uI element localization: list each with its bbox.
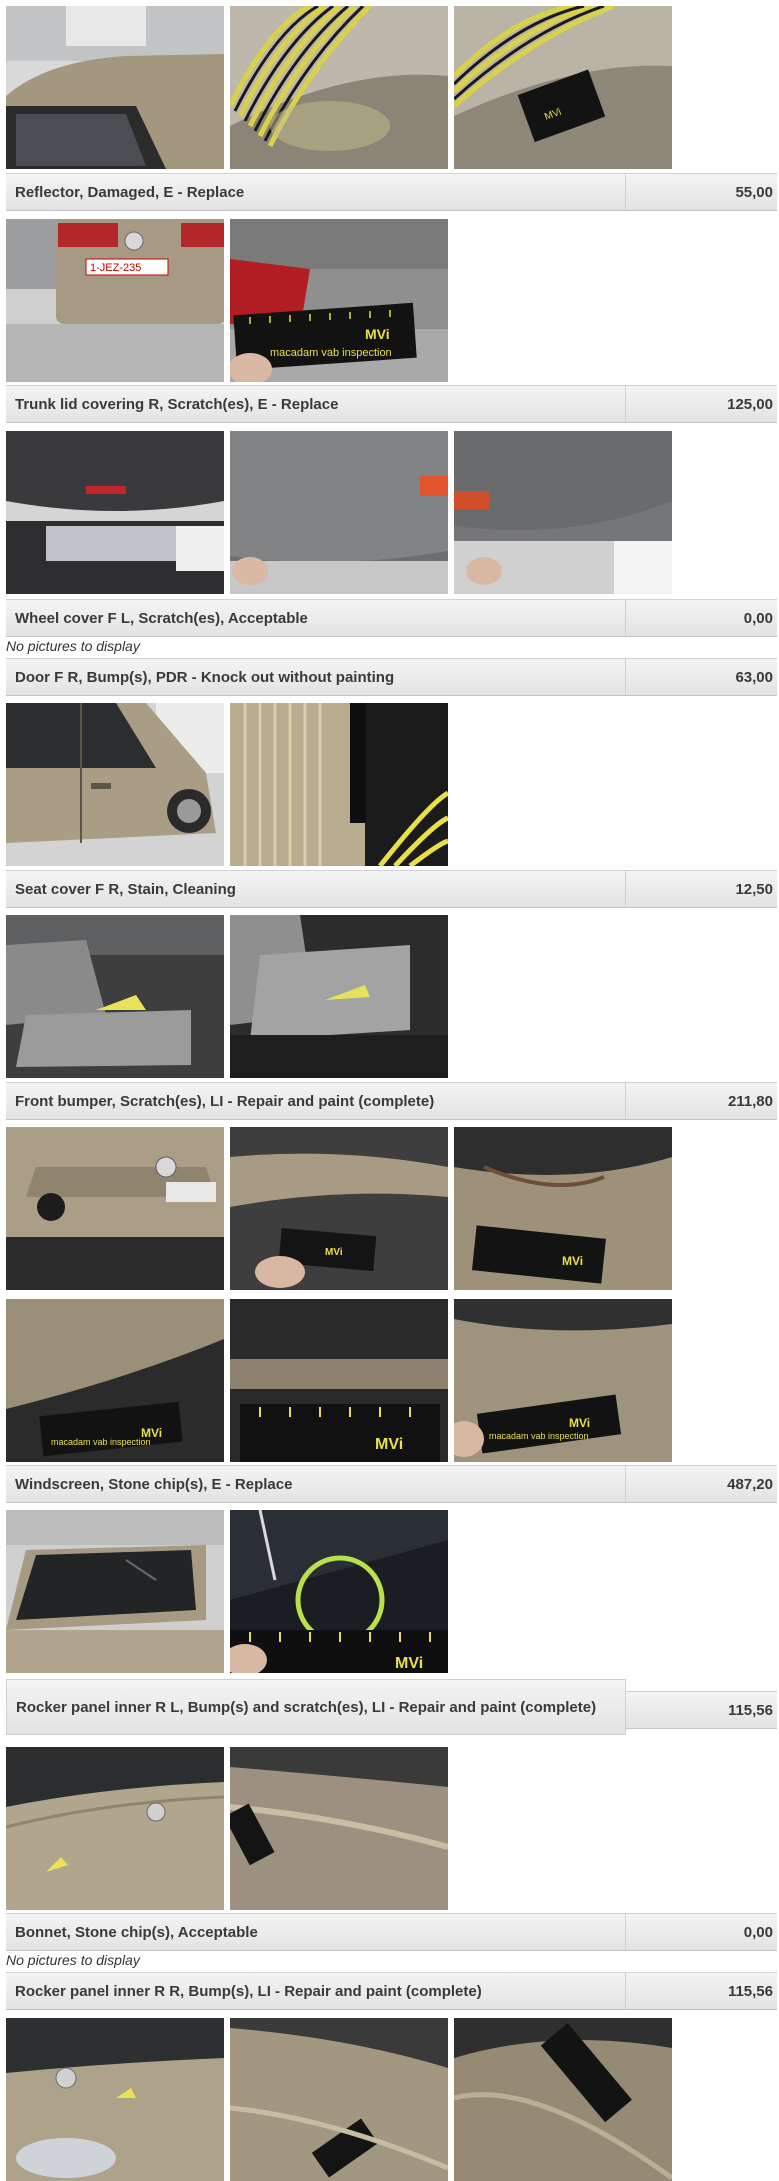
photo-bumper-ruler-2[interactable]: MVi (454, 1127, 672, 1290)
photo-seat-full[interactable] (6, 915, 224, 1078)
photo-windscreen-chip[interactable]: MVi (230, 1510, 448, 1673)
damage-label: Trunk lid covering R, Scratch(es), E - R… (6, 386, 626, 422)
damage-label: Rocker panel inner R R, Bump(s), LI - Re… (6, 1973, 626, 2009)
damage-amount: 55,00 (735, 183, 773, 201)
damage-row-rocker-inner-rr: Rocker panel inner R R, Bump(s), LI - Re… (6, 1972, 777, 2010)
no-pictures-text: No pictures to display (6, 638, 140, 654)
damage-label: Rocker panel inner R L, Bump(s) and scra… (6, 1679, 626, 1735)
photo-trunk-lid-detail[interactable] (454, 431, 672, 594)
svg-text:macadam vab inspection: macadam vab inspection (489, 1431, 589, 1441)
svg-text:MVi: MVi (325, 1247, 343, 1258)
damage-amount: 115,56 (727, 1982, 773, 2000)
damage-amount: 0,00 (743, 1923, 773, 1941)
damage-label: Seat cover F R, Stain, Cleaning (6, 871, 626, 907)
svg-text:macadam vab inspection: macadam vab inspection (270, 347, 392, 359)
photo-door-pdr-lines[interactable] (230, 703, 448, 866)
damage-amount: 211,80 (727, 1092, 773, 1110)
photo-rocker-door-open[interactable] (6, 1747, 224, 1910)
damage-label: Reflector, Damaged, E - Replace (6, 174, 626, 210)
photo-reflector-measurement[interactable] (230, 6, 448, 169)
damage-row-bonnet: Bonnet, Stone chip(s), Acceptable 0,00 (6, 1913, 777, 1951)
photo-seat-stain[interactable] (230, 915, 448, 1078)
damage-amount: 125,00 (727, 395, 773, 413)
photo-bumper-ruler-5[interactable]: MVi macadam vab inspection (454, 1299, 672, 1462)
photo-door-side[interactable] (6, 703, 224, 866)
damage-label: Bonnet, Stone chip(s), Acceptable (6, 1914, 626, 1950)
damage-label: Windscreen, Stone chip(s), E - Replace (6, 1466, 626, 1502)
damage-label: Front bumper, Scratch(es), LI - Repair a… (6, 1083, 626, 1119)
damage-amount: 12,50 (735, 880, 773, 898)
photo-rocker-rr-detail[interactable] (454, 2018, 672, 2181)
damage-amount: 0,00 (743, 609, 773, 627)
photo-trunk-lid-interior[interactable] (230, 431, 448, 594)
damage-label: Door F R, Bump(s), PDR - Knock out witho… (6, 659, 626, 695)
damage-row-seat-cover: Seat cover F R, Stain, Cleaning 12,50 (6, 870, 777, 908)
damage-row-front-bumper: Front bumper, Scratch(es), LI - Repair a… (6, 1082, 777, 1120)
photo-bumper-ruler-3[interactable]: MVi macadam vab inspection (6, 1299, 224, 1462)
svg-text:MVi: MVi (562, 1254, 583, 1268)
svg-text:MVi: MVi (569, 1416, 590, 1430)
photo-windscreen-car[interactable] (6, 1510, 224, 1673)
damage-row-windscreen: Windscreen, Stone chip(s), E - Replace 4… (6, 1465, 777, 1503)
damage-amount: 63,00 (735, 668, 773, 686)
damage-amount: 487,20 (727, 1475, 773, 1493)
damage-row-rocker-inner-rl: Rocker panel inner R L, Bump(s) and scra… (6, 1679, 777, 1735)
photo-car-front[interactable] (6, 1127, 224, 1290)
photo-car-rear[interactable]: 1-JEZ-235 (6, 219, 224, 382)
svg-text:MVi: MVi (375, 1436, 403, 1453)
damage-row-reflector: Reflector, Damaged, E - Replace 55,00 (6, 173, 777, 211)
damage-amount: 115,56 (626, 1691, 777, 1729)
photo-rocker-ruler[interactable] (230, 1747, 448, 1910)
svg-text:1-JEZ-235: 1-JEZ-235 (90, 262, 141, 274)
damage-row-trunk-lid: Trunk lid covering R, Scratch(es), E - R… (6, 385, 777, 423)
svg-text:MVi: MVi (395, 1655, 423, 1672)
damage-row-door-fr: Door F R, Bump(s), PDR - Knock out witho… (6, 658, 777, 696)
photo-bumper-ruler-1[interactable]: MVi (230, 1127, 448, 1290)
svg-text:MVi: MVi (365, 326, 390, 342)
photo-trunk-lid-ruler[interactable]: MVi macadam vab inspection (230, 219, 448, 382)
photo-reflector-ruler[interactable]: MVi (454, 6, 672, 169)
photo-car-rear-roof[interactable] (6, 6, 224, 169)
damage-row-wheel-cover: Wheel cover F L, Scratch(es), Acceptable… (6, 599, 777, 637)
photo-rocker-rr-ruler[interactable] (230, 2018, 448, 2181)
photo-trunk-open[interactable] (6, 431, 224, 594)
damage-label: Wheel cover F L, Scratch(es), Acceptable (6, 600, 626, 636)
no-pictures-text: No pictures to display (6, 1952, 140, 1968)
photo-bumper-ruler-4[interactable]: MVi (230, 1299, 448, 1462)
photo-rocker-rr-door[interactable] (6, 2018, 224, 2181)
svg-text:macadam vab inspection: macadam vab inspection (51, 1437, 151, 1447)
